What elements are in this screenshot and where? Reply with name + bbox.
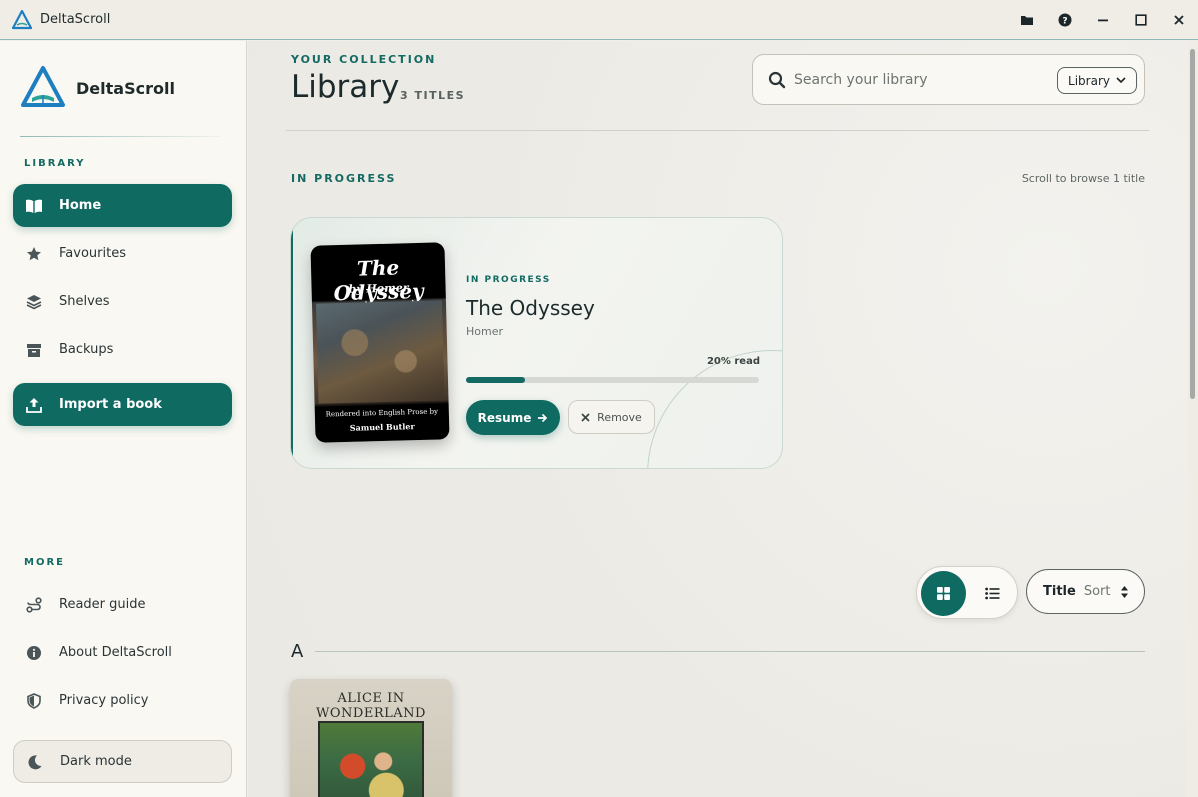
arrow-right-icon <box>538 413 548 422</box>
search-icon <box>768 71 786 88</box>
grid-view-button[interactable] <box>921 571 966 616</box>
layers-icon <box>25 293 43 311</box>
import-book-label: Import a book <box>59 397 162 412</box>
book-cover[interactable]: ALICE IN WONDERLAND <box>290 679 452 797</box>
search-scope-value: Library <box>1068 73 1110 88</box>
sidebar-item-label: Shelves <box>59 294 110 309</box>
scrollbar-thumb[interactable] <box>1190 49 1195 399</box>
close-icon <box>581 412 590 422</box>
cover-credit: Rendered into English Prose by <box>325 407 439 419</box>
title-bar: DeltaScroll ? <box>0 0 1198 40</box>
sidebar-item-reader-guide[interactable]: Reader guide <box>13 583 232 626</box>
help-icon: ? <box>1058 13 1072 27</box>
window-controls: ? <box>1008 0 1198 40</box>
book-author: Homer <box>466 325 504 338</box>
search-scope-select[interactable]: Library <box>1057 67 1137 94</box>
minimize-icon <box>1098 19 1108 22</box>
sidebar-item-label: About DeltaScroll <box>59 645 172 660</box>
progress-percent: 20% read <box>706 356 760 367</box>
resume-button[interactable]: Resume <box>466 400 560 435</box>
main-content: YOUR COLLECTION Library 3 TITLES Library… <box>248 41 1187 797</box>
sort-arrows-icon <box>1121 585 1129 598</box>
sidebar-item-label: Favourites <box>59 246 126 261</box>
scrollbar[interactable] <box>1188 41 1198 797</box>
shield-icon <box>25 692 43 710</box>
sidebar-item-backups[interactable]: Backups <box>13 328 232 371</box>
collection-eyebrow: YOUR COLLECTION <box>291 53 437 66</box>
progress-fill <box>466 377 525 383</box>
sidebar-item-label: Home <box>59 198 102 213</box>
app-logo-icon <box>12 9 32 29</box>
remove-button[interactable]: Remove <box>568 400 655 434</box>
library-section-label: LIBRARY <box>24 158 86 169</box>
sort-field: Title <box>1043 584 1076 599</box>
book-title: The Odyssey <box>466 296 595 320</box>
svg-text:?: ? <box>1062 17 1067 27</box>
upload-icon <box>25 396 43 414</box>
card-accent-bar <box>291 218 293 468</box>
sidebar-item-favourites[interactable]: Favourites <box>13 232 232 275</box>
sidebar-item-shelves[interactable]: Shelves <box>13 280 232 323</box>
page-title: Library <box>291 69 400 105</box>
sidebar: DeltaScroll LIBRARY Home Favourites Shel… <box>0 41 247 797</box>
info-icon <box>25 644 43 662</box>
brand-divider <box>20 136 220 137</box>
folder-icon <box>1021 16 1033 25</box>
view-toggle <box>916 566 1018 619</box>
cover-title: ALICE IN WONDERLAND <box>316 691 426 721</box>
cover-illustration <box>318 721 424 797</box>
book-open-icon <box>25 197 43 215</box>
cover-translator: Samuel Butler <box>349 421 415 433</box>
grid-icon <box>937 587 950 600</box>
route-icon <box>25 596 43 614</box>
open-folder-button[interactable] <box>1008 0 1046 40</box>
archive-icon <box>25 341 43 359</box>
sidebar-item-label: Backups <box>59 342 114 357</box>
letter-heading: A <box>291 641 304 662</box>
dark-mode-label: Dark mode <box>60 754 132 769</box>
sort-label: Sort <box>1083 584 1111 599</box>
in-progress-section-title: IN PROGRESS <box>291 172 397 185</box>
book-status: IN PROGRESS <box>466 275 551 285</box>
scroll-hint: Scroll to browse 1 title <box>1021 172 1145 185</box>
list-icon <box>985 587 1000 600</box>
maximize-icon <box>1135 14 1147 26</box>
search-box: Library <box>752 54 1145 105</box>
chevron-down-icon <box>1116 77 1126 84</box>
sidebar-item-label: Reader guide <box>59 597 146 612</box>
cover-illustration <box>315 300 445 404</box>
sidebar-item-home[interactable]: Home <box>13 184 232 227</box>
header-divider <box>286 130 1149 131</box>
import-book-button[interactable]: Import a book <box>13 383 232 426</box>
maximize-button[interactable] <box>1122 0 1160 40</box>
window-title: DeltaScroll <box>40 12 111 27</box>
progress-bar <box>466 377 759 383</box>
moon-icon <box>26 753 44 771</box>
title-count: 3 TITLES <box>400 89 466 102</box>
letter-divider <box>315 651 1145 652</box>
in-progress-card[interactable]: The Odyssey by Homer Rendered into Engli… <box>290 217 783 469</box>
search-input[interactable] <box>794 71 1044 88</box>
close-window-button[interactable] <box>1160 0 1198 40</box>
minimize-button[interactable] <box>1084 0 1122 40</box>
star-icon <box>25 245 43 263</box>
sidebar-item-privacy[interactable]: Privacy policy <box>13 679 232 722</box>
remove-label: Remove <box>597 410 642 424</box>
brand-logo-icon <box>21 66 65 107</box>
card-decoration <box>647 350 782 468</box>
close-icon <box>1174 15 1184 25</box>
list-view-button[interactable] <box>970 571 1015 616</box>
more-section-label: MORE <box>24 557 65 568</box>
brand-name: DeltaScroll <box>76 78 175 98</box>
brand: DeltaScroll <box>20 65 175 111</box>
help-button[interactable]: ? <box>1046 0 1084 40</box>
book-cover[interactable]: The Odyssey by Homer Rendered into Engli… <box>310 242 450 443</box>
dark-mode-toggle[interactable]: Dark mode <box>13 740 232 783</box>
resume-label: Resume <box>477 410 532 425</box>
sidebar-item-label: Privacy policy <box>59 693 149 708</box>
sort-select[interactable]: Title Sort <box>1026 569 1145 614</box>
sidebar-item-about[interactable]: About DeltaScroll <box>13 631 232 674</box>
